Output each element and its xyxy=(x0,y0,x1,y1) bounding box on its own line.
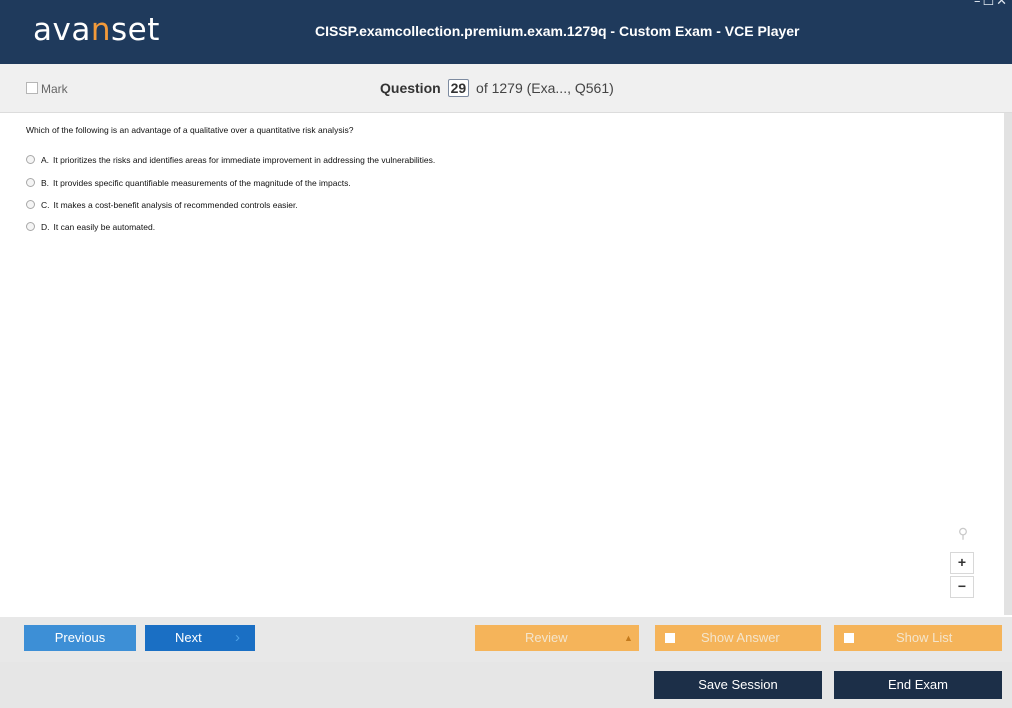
review-button[interactable]: Review ▲ xyxy=(475,625,639,651)
show-list-button[interactable]: Show List xyxy=(834,625,1002,651)
mark-label: Mark xyxy=(41,82,68,96)
end-exam-button[interactable]: End Exam xyxy=(834,671,1002,699)
window-title: CISSP.examcollection.premium.exam.1279q … xyxy=(315,23,800,39)
chevron-right-icon: › xyxy=(235,629,240,646)
question-content: Which of the following is an advantage o… xyxy=(0,113,1004,615)
window-controls: –☐✕ xyxy=(974,0,1009,9)
footer-bar: Save Session End Exam xyxy=(0,662,1012,708)
option-c[interactable]: C. It makes a cost-benefit analysis of re… xyxy=(26,200,298,211)
question-header: Mark Question 29 of 1279 (Exa..., Q561) xyxy=(0,64,1012,113)
question-counter: Question 29 of 1279 (Exa..., Q561) xyxy=(380,78,614,98)
navigation-bar: Previous Next › Review ▲ Show Answer Show … xyxy=(0,617,1012,662)
question-text: Which of the following is an advantage o… xyxy=(26,125,354,135)
question-total: of 1279 (Exa..., Q561) xyxy=(476,80,614,96)
question-number-input[interactable]: 29 xyxy=(447,79,470,97)
zoom-in-button[interactable]: + xyxy=(950,552,974,574)
checkbox-icon[interactable] xyxy=(844,633,854,643)
save-session-button[interactable]: Save Session xyxy=(654,671,822,699)
show-answer-button[interactable]: Show Answer xyxy=(655,625,821,651)
avanset-logo: avanset xyxy=(33,12,160,48)
radio-icon[interactable] xyxy=(26,222,35,231)
radio-icon[interactable] xyxy=(26,178,35,187)
option-d[interactable]: D. It can easily be automated. xyxy=(26,222,155,233)
zoom-out-button[interactable]: − xyxy=(950,576,974,598)
magnifier-icon: ⚲ xyxy=(957,525,969,541)
checkbox-icon[interactable] xyxy=(665,633,675,643)
radio-icon[interactable] xyxy=(26,200,35,209)
vertical-scrollbar[interactable] xyxy=(1004,113,1012,615)
mark-checkbox[interactable]: Mark xyxy=(26,82,68,96)
previous-button[interactable]: Previous xyxy=(24,625,136,651)
caret-up-icon: ▲ xyxy=(624,633,633,643)
title-bar: avanset CISSP.examcollection.premium.exa… xyxy=(0,0,1012,64)
close-icon[interactable]: ✕ xyxy=(996,0,1009,9)
next-button[interactable]: Next › xyxy=(145,625,255,651)
question-label: Question xyxy=(380,80,441,96)
option-a[interactable]: A. It prioritizes the risks and identifie… xyxy=(26,155,435,166)
checkbox-icon[interactable] xyxy=(26,82,38,94)
radio-icon[interactable] xyxy=(26,155,35,164)
option-b[interactable]: B. It provides specific quantifiable meas… xyxy=(26,178,351,189)
maximize-icon[interactable]: ☐ xyxy=(982,0,996,9)
